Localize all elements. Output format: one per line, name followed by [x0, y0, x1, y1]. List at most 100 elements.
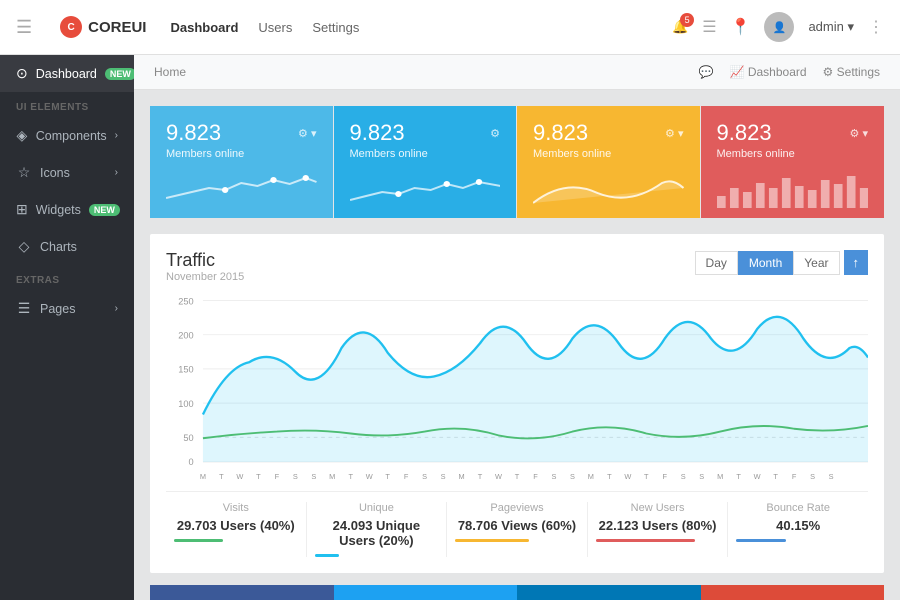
dashboard-label: Dashboard: [36, 67, 97, 81]
traffic-header: Traffic November 2015 Day Month Year ↑: [166, 250, 868, 283]
main-content: Home 💬 📈 Dashboard ⚙ Settings 9.823 ⚙ ▾ …: [134, 55, 900, 600]
layout: ⊙ Dashboard NEW UI ELEMENTS ◈ Components…: [0, 55, 900, 600]
stat-gear-3[interactable]: ⚙ ▾: [665, 127, 683, 140]
widgets-label: Widgets: [36, 203, 81, 217]
social-card-googleplus[interactable]: g+: [701, 585, 885, 600]
chat-icon[interactable]: 💬: [699, 65, 714, 79]
stat-col-pageviews: Pageviews 78.706 Views (60%): [447, 502, 588, 557]
pageviews-label: Pageviews: [455, 502, 579, 514]
traffic-title-block: Traffic November 2015: [166, 250, 244, 283]
traffic-btn-month[interactable]: Month: [738, 251, 793, 275]
traffic-subtitle: November 2015: [166, 271, 244, 283]
social-card-facebook[interactable]: f: [150, 585, 334, 600]
components-label: Components: [36, 129, 107, 143]
svg-text:T: T: [385, 472, 390, 481]
stat-chart-1: [166, 168, 317, 208]
svg-text:F: F: [663, 472, 668, 481]
svg-text:S: S: [810, 472, 815, 481]
bounce-bar: [736, 539, 785, 542]
dashboard-badge: NEW: [105, 68, 134, 80]
stat-chart-4: [717, 168, 869, 208]
svg-text:50: 50: [183, 433, 193, 443]
traffic-upload-button[interactable]: ↑: [844, 250, 869, 275]
icons-label: Icons: [40, 166, 70, 180]
svg-text:W: W: [495, 472, 503, 481]
stat-card-1: 9.823 ⚙ ▾ Members online: [150, 106, 333, 218]
social-card-twitter[interactable]: 🐦: [334, 585, 518, 600]
pages-label: Pages: [40, 302, 75, 316]
unique-bar: [315, 554, 340, 557]
nav-dashboard[interactable]: Dashboard: [170, 20, 238, 35]
stat-col-newusers: New Users 22.123 Users (80%): [588, 502, 729, 557]
social-cards: f 🐦 in g+: [150, 585, 884, 600]
svg-text:S: S: [441, 472, 446, 481]
stat-gear-4[interactable]: ⚙ ▾: [850, 127, 868, 140]
sidebar-item-charts[interactable]: ◇ Charts: [0, 228, 134, 265]
stats-row: Visits 29.703 Users (40%) Unique 24.093 …: [166, 491, 868, 557]
sidebar-item-widgets[interactable]: ⊞ Widgets NEW: [0, 191, 134, 228]
topnav-right: 🔔 5 ☰ 📍 👤 admin ▾ ⋮: [672, 12, 884, 42]
svg-text:S: S: [422, 472, 427, 481]
nav-settings-link[interactable]: ⚙ Settings: [823, 65, 880, 79]
unique-label: Unique: [315, 502, 439, 514]
widgets-icon: ⊞: [16, 201, 28, 218]
widgets-badge: NEW: [89, 204, 120, 216]
traffic-title: Traffic: [166, 250, 244, 271]
visits-bar: [174, 539, 223, 542]
pages-icon: ☰: [16, 300, 32, 317]
components-icon: ◈: [16, 127, 28, 144]
logo: C COREUI: [60, 16, 146, 38]
stat-label-3: Members online: [533, 148, 684, 160]
svg-text:150: 150: [178, 365, 193, 375]
svg-text:S: S: [681, 472, 686, 481]
stat-value-1: 9.823: [166, 120, 221, 146]
sidebar-item-dashboard[interactable]: ⊙ Dashboard NEW: [0, 55, 134, 92]
nav-users[interactable]: Users: [258, 20, 292, 35]
topnav: ☰ C COREUI Dashboard Users Settings 🔔 5 …: [0, 0, 900, 55]
svg-text:F: F: [533, 472, 538, 481]
stat-col-unique: Unique 24.093 Unique Users (20%): [307, 502, 448, 557]
traffic-btn-year[interactable]: Year: [793, 251, 839, 275]
nav-settings[interactable]: Settings: [312, 20, 359, 35]
dashboard-icon: ⊙: [16, 65, 28, 82]
hamburger-icon[interactable]: ☰: [16, 17, 32, 38]
admin-label[interactable]: admin ▾: [808, 19, 854, 35]
svg-text:250: 250: [178, 296, 193, 306]
svg-text:M: M: [329, 472, 335, 481]
svg-text:M: M: [588, 472, 594, 481]
sidebar-item-pages[interactable]: ☰ Pages ›: [0, 290, 134, 327]
stat-col-visits: Visits 29.703 Users (40%): [166, 502, 307, 557]
stat-value-4: 9.823: [717, 120, 772, 146]
location-icon[interactable]: 📍: [731, 17, 751, 37]
sidebar-item-components[interactable]: ◈ Components ›: [0, 117, 134, 154]
svg-text:F: F: [792, 472, 797, 481]
svg-text:S: S: [311, 472, 316, 481]
menu-dots-icon[interactable]: ⋮: [868, 17, 884, 37]
pages-arrow: ›: [115, 303, 118, 314]
svg-text:T: T: [219, 472, 224, 481]
newusers-value: 22.123 Users (80%): [596, 518, 720, 533]
social-card-linkedin[interactable]: in: [517, 585, 701, 600]
svg-text:S: S: [699, 472, 704, 481]
badge-count: 5: [680, 13, 694, 27]
stat-card-3: 9.823 ⚙ ▾ Members online: [517, 106, 700, 218]
traffic-btn-day[interactable]: Day: [695, 251, 738, 275]
list-icon[interactable]: ☰: [702, 17, 716, 37]
notification-badge[interactable]: 🔔 5: [672, 19, 688, 35]
sidebar-item-icons[interactable]: ☆ Icons ›: [0, 154, 134, 191]
stat-gear-2[interactable]: ⚙: [490, 127, 500, 140]
stat-card-2: 9.823 ⚙ Members online: [334, 106, 517, 218]
svg-text:T: T: [736, 472, 741, 481]
newusers-label: New Users: [596, 502, 720, 514]
svg-text:M: M: [717, 472, 723, 481]
sidebar: ⊙ Dashboard NEW UI ELEMENTS ◈ Components…: [0, 55, 134, 600]
stat-gear-1[interactable]: ⚙ ▾: [298, 127, 316, 140]
charts-label: Charts: [40, 240, 77, 254]
main-chart: 250 200 150 100 50 0 M: [166, 291, 868, 491]
nav-dashboard-link[interactable]: 📈 Dashboard: [730, 65, 807, 79]
svg-text:S: S: [551, 472, 556, 481]
svg-text:M: M: [458, 472, 464, 481]
icons-arrow: ›: [115, 167, 118, 178]
avatar[interactable]: 👤: [764, 12, 794, 42]
newusers-bar: [596, 539, 695, 542]
